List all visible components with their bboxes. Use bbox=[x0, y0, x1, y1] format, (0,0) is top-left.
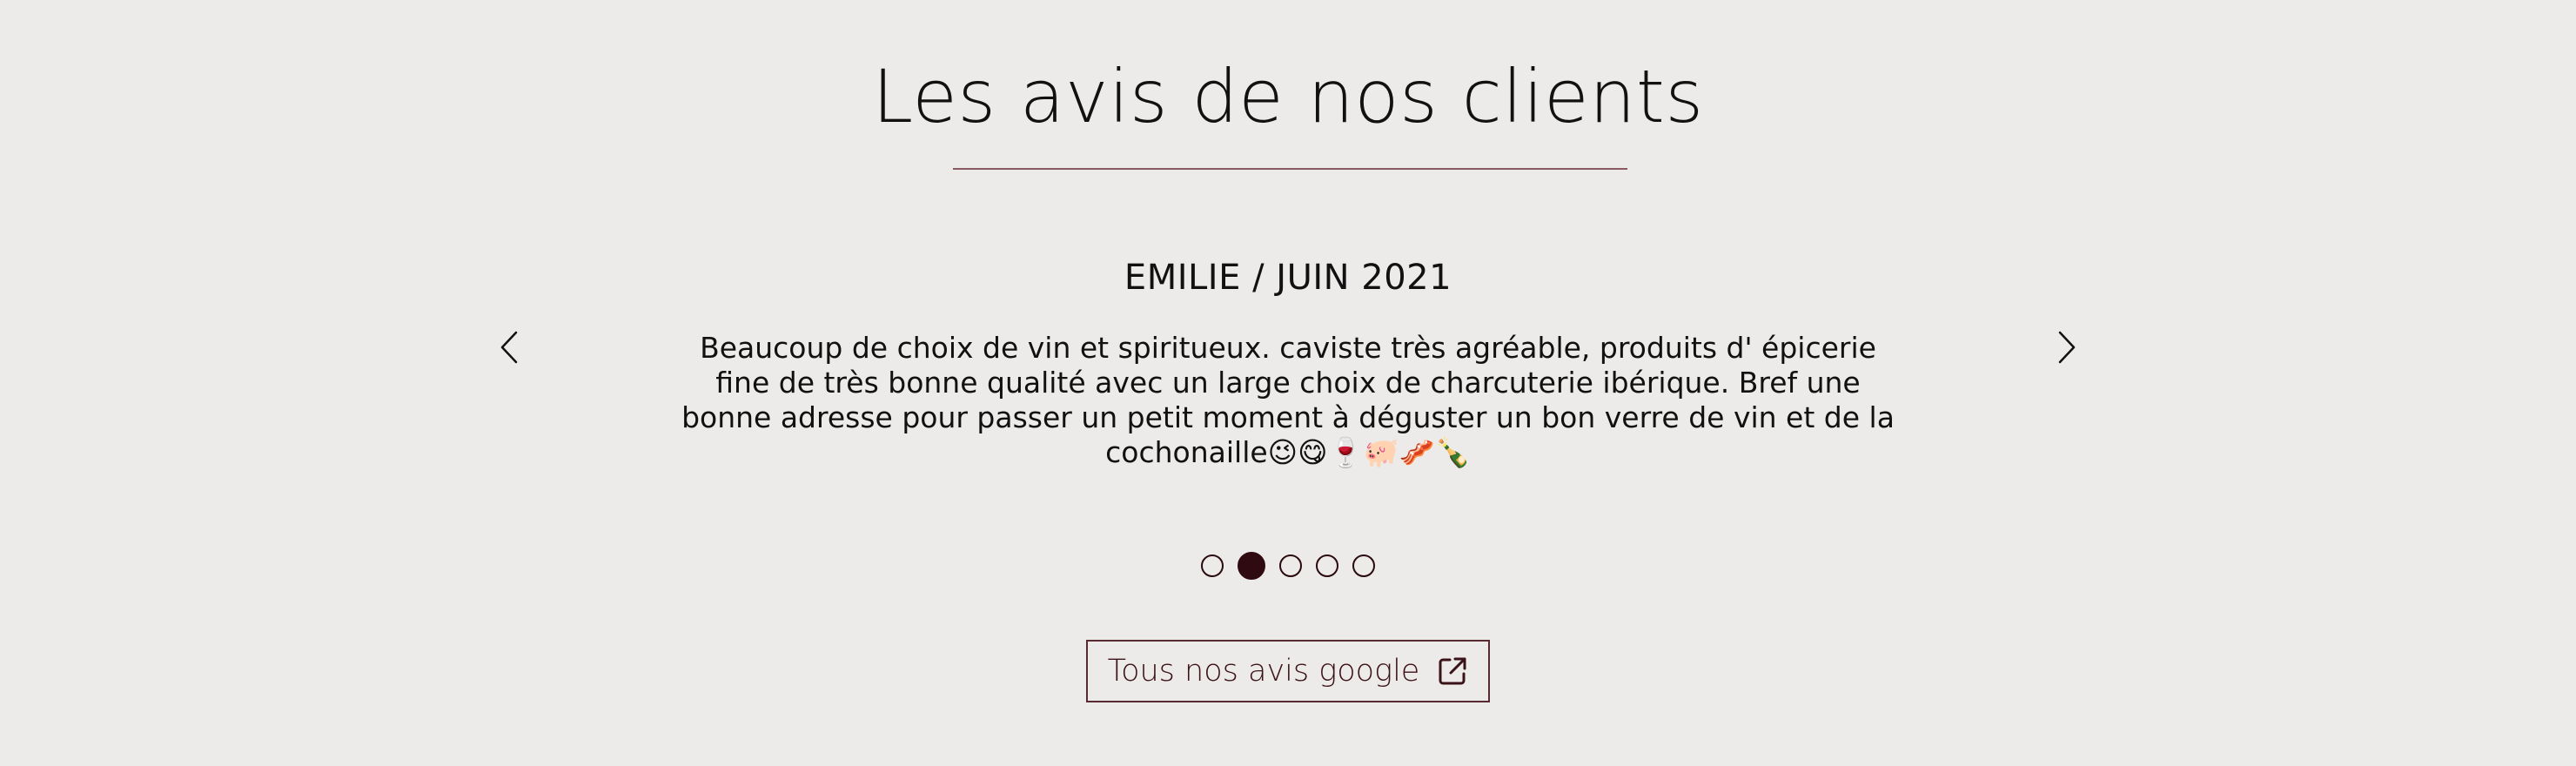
carousel-dot-5[interactable] bbox=[1352, 554, 1375, 577]
carousel-next-button[interactable] bbox=[2045, 326, 2089, 369]
carousel-dot-3[interactable] bbox=[1279, 554, 1302, 577]
external-link-icon bbox=[1437, 655, 1468, 687]
chevron-right-icon bbox=[2057, 331, 2076, 364]
chevron-left-icon bbox=[500, 331, 519, 364]
google-reviews-button[interactable]: Tous nos avis google bbox=[1086, 640, 1490, 702]
google-reviews-button-label: Tous nos avis google bbox=[1107, 654, 1420, 689]
review-text: Beaucoup de choix de vin et spiritueux. … bbox=[681, 331, 1895, 469]
carousel-pagination bbox=[1201, 552, 1375, 580]
carousel-dot-4[interactable] bbox=[1316, 554, 1338, 577]
carousel-dot-2-active[interactable] bbox=[1238, 552, 1265, 580]
review-author: EMILIE / JUIN 2021 bbox=[1124, 258, 1452, 298]
carousel-prev-button[interactable] bbox=[487, 326, 531, 369]
reviews-section: Les avis de nos clients EMILIE / JUIN 20… bbox=[0, 0, 2576, 766]
section-title: Les avis de nos clients bbox=[872, 54, 1704, 139]
title-underline bbox=[953, 168, 1627, 170]
carousel-dot-1[interactable] bbox=[1201, 554, 1224, 577]
